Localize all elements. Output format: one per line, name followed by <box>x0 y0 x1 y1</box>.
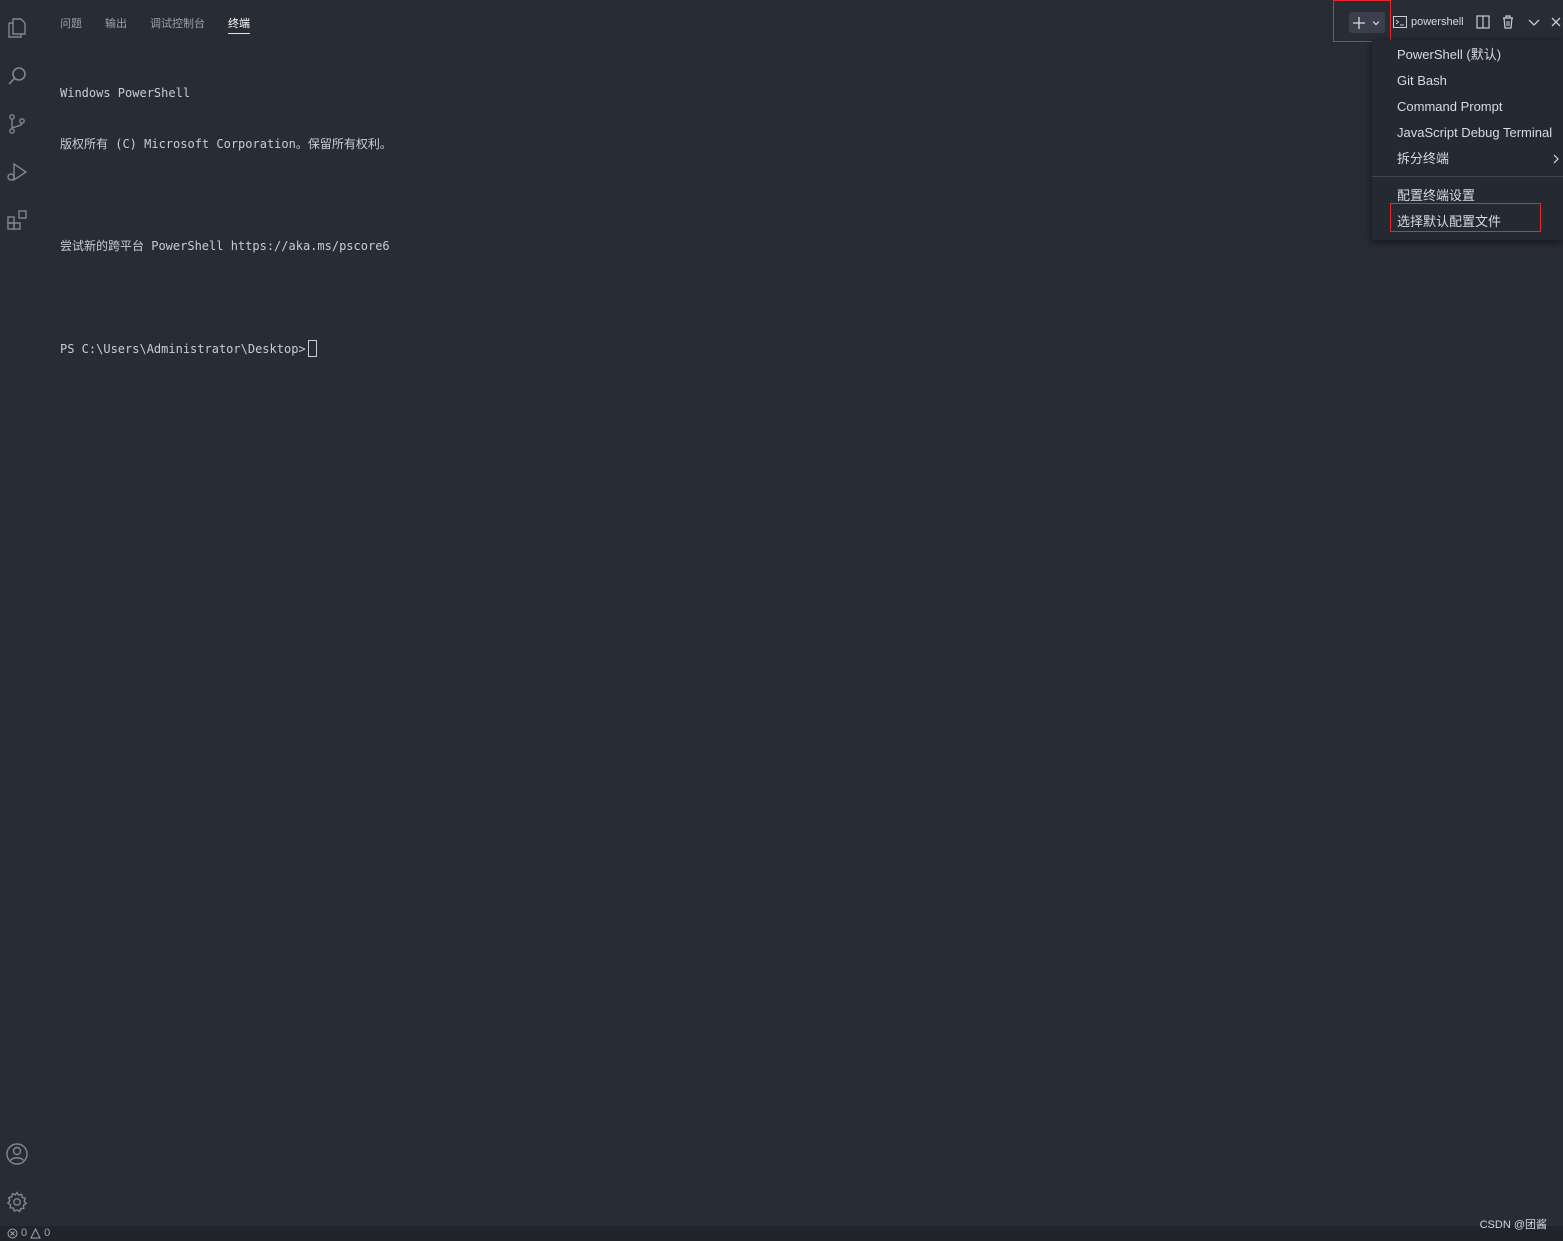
annotation-box-select-default-profile <box>1390 203 1541 232</box>
terminal-prompt-line: PS C:\Users\Administrator\Desktop> <box>60 340 392 358</box>
tab-problems[interactable]: 问题 <box>60 12 82 33</box>
search-icon[interactable] <box>0 56 34 96</box>
terminal-line: Windows PowerShell <box>60 86 191 100</box>
extensions-icon[interactable] <box>0 200 34 240</box>
explorer-icon[interactable] <box>0 8 34 48</box>
terminal-line: ​ <box>60 187 392 204</box>
menu-item-javascript-debug-terminal[interactable]: JavaScript Debug Terminal <box>1397 122 1552 144</box>
trash-icon[interactable] <box>1499 13 1517 31</box>
status-bar: 0 0 <box>0 1226 1563 1241</box>
terminal-line: 版权所有 (C) Microsoft Corporation。保留所有权利。 <box>60 137 392 151</box>
warning-count: 0 <box>44 1227 51 1239</box>
terminal-name: powershell <box>1411 16 1464 28</box>
error-count: 0 <box>21 1227 28 1239</box>
panel-tabs: 问题 输出 调试控制台 终端 <box>60 12 273 36</box>
close-icon[interactable] <box>1547 13 1563 31</box>
menu-item-command-prompt[interactable]: Command Prompt <box>1397 96 1502 118</box>
terminal-line: ​ <box>60 289 392 306</box>
menu-item-git-bash[interactable]: Git Bash <box>1397 70 1447 92</box>
terminal-cursor <box>307 340 317 357</box>
tab-output[interactable]: 输出 <box>105 12 127 33</box>
terminal-line: 尝试新的跨平台 PowerShell https://aka.ms/pscore… <box>60 239 390 253</box>
annotation-box-new-terminal <box>1333 0 1391 42</box>
activity-bar <box>0 0 34 1226</box>
warning-icon <box>30 1227 41 1238</box>
settings-gear-icon[interactable] <box>0 1182 34 1222</box>
watermark: CSDN @团酱 <box>1479 1219 1547 1231</box>
menu-item-split-terminal[interactable]: 拆分终端 <box>1397 148 1449 170</box>
run-debug-icon[interactable] <box>0 152 34 192</box>
account-icon[interactable] <box>0 1134 34 1174</box>
vscode-window: 问题 输出 调试控制台 终端 powershell Windows PowerS… <box>0 0 1563 1241</box>
terminal-prompt: PS C:\Users\Administrator\Desktop> <box>60 342 306 356</box>
source-control-icon[interactable] <box>0 104 34 144</box>
maximize-panel-chevron-icon[interactable] <box>1525 13 1543 31</box>
tab-debug-console[interactable]: 调试控制台 <box>150 12 205 33</box>
chevron-right-icon <box>1553 154 1559 164</box>
menu-separator <box>1372 176 1563 177</box>
terminal-output[interactable]: Windows PowerShell 版权所有 (C) Microsoft Co… <box>60 51 392 392</box>
error-icon <box>7 1228 18 1238</box>
split-editor-icon[interactable] <box>1474 13 1492 31</box>
menu-item-powershell-default[interactable]: PowerShell (默认) <box>1397 44 1501 66</box>
problems-status[interactable]: 0 0 <box>7 1227 50 1239</box>
terminal-icon <box>1393 16 1407 28</box>
terminal-selector[interactable]: powershell <box>1393 13 1464 31</box>
tab-terminal[interactable]: 终端 <box>228 12 250 34</box>
